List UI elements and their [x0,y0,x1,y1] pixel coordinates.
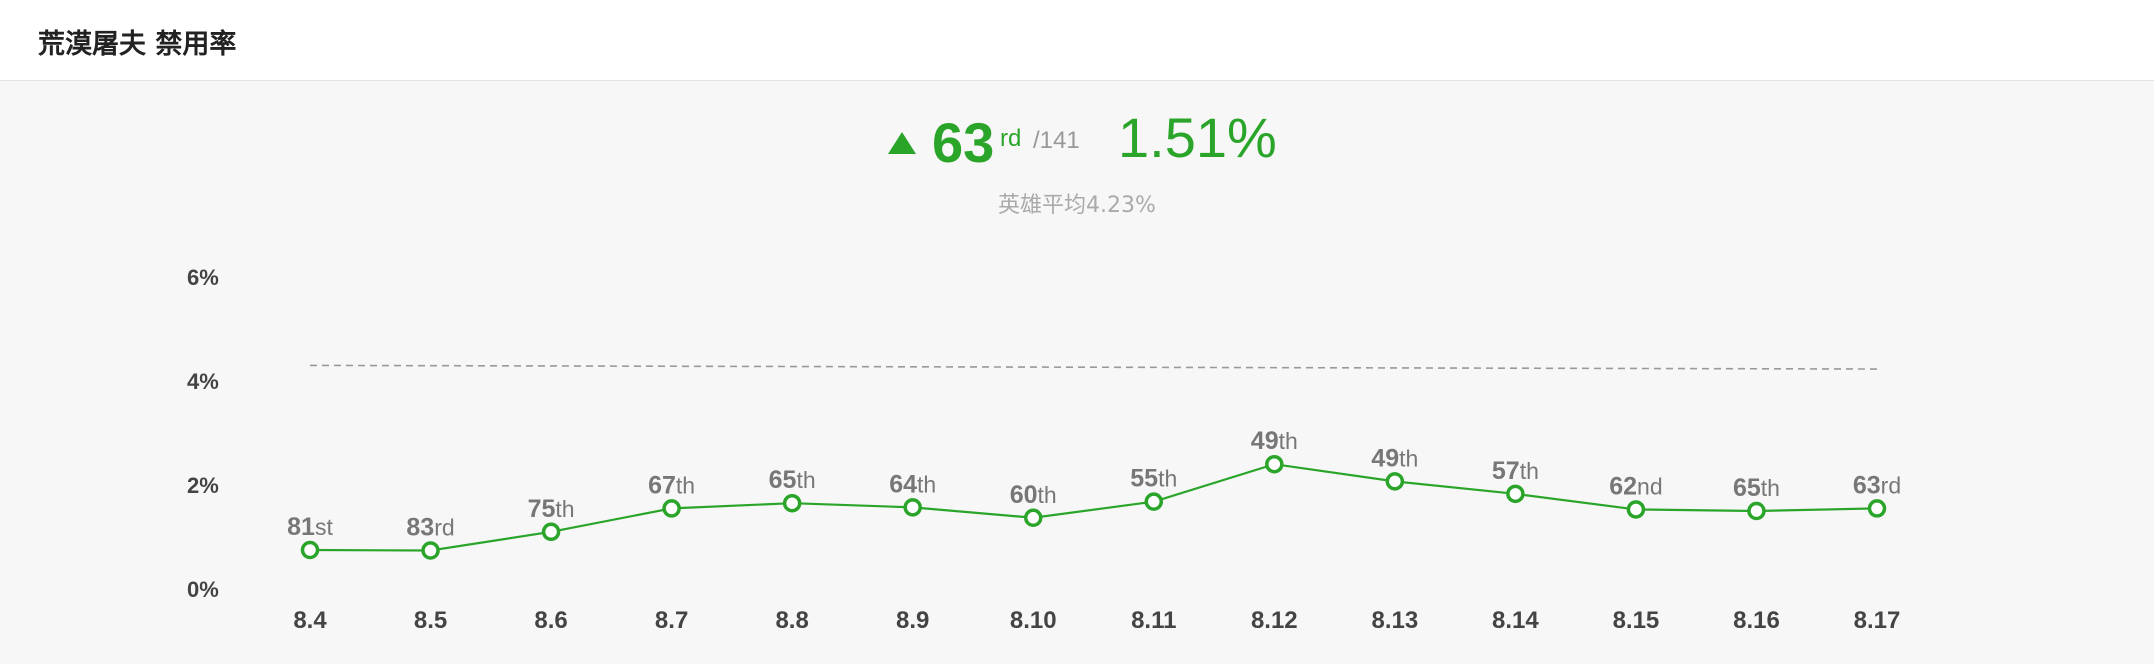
rank-label-suffix: th [676,472,695,498]
x-tick-label: 8.10 [1010,607,1057,634]
x-tick-label: 8.14 [1492,607,1539,634]
x-tick-label: 8.7 [655,607,688,634]
rank-label-number: 55 [1130,465,1158,493]
rank-label-number: 49 [1251,427,1279,455]
x-tick-label: 8.4 [293,607,327,634]
rank-label-suffix: th [796,467,815,493]
x-tick-label: 8.16 [1733,607,1780,634]
data-point [1265,454,1284,474]
x-tick-label: 8.6 [534,607,567,634]
rank-label-number: 65 [769,466,797,494]
data-point [1867,499,1887,518]
y-tick-label: 4% [187,369,219,394]
rank-label-number: 49 [1371,444,1399,472]
rank-label-suffix: th [1761,475,1780,501]
data-point [1385,472,1405,491]
rank-label-suffix: rd [1881,472,1901,498]
rank-label-number: 67 [648,471,676,499]
rank-label-suffix: th [1279,428,1298,454]
x-tick-label: 8.5 [414,607,447,634]
rank-label: 55th [1130,465,1177,493]
rank-label-number: 57 [1492,457,1520,485]
data-point [903,498,922,517]
rank-label-number: 81 [287,513,315,541]
rank-label-suffix: th [917,471,936,497]
rank-label-suffix: rd [434,515,454,541]
rank-label-suffix: th [1399,445,1418,471]
rank-label-number: 65 [1733,474,1761,502]
data-point [421,541,440,560]
rank-label-suffix: th [1038,482,1057,508]
rank-label-number: 64 [889,470,917,498]
rank-label-number: 62 [1609,472,1637,500]
rank-label-suffix: th [1158,466,1177,492]
rank-label: 65th [769,466,816,494]
average-line [309,364,1878,370]
data-point [300,540,320,560]
rank-label: 67th [648,471,695,499]
rank-label-number: 75 [528,495,556,523]
rank-label: 75th [528,495,575,523]
x-tick-label: 8.17 [1854,607,1901,634]
x-tick-label: 8.9 [896,607,929,634]
data-point [541,522,561,542]
rank-label-suffix: st [315,514,334,540]
rank-label: 65th [1733,474,1780,502]
x-tick-label: 8.15 [1613,607,1660,634]
rank-label-number: 60 [1010,481,1038,509]
rank-label: 60th [1010,481,1057,509]
y-tick-label: 0% [187,577,219,602]
rank-label-number: 83 [406,514,434,542]
rank-label: 62nd [1609,472,1662,500]
rank-label: 64th [889,470,936,498]
rank-label-suffix: nd [1637,473,1663,499]
x-tick-label: 8.12 [1251,607,1298,634]
rank-label: 83rd [406,514,454,542]
x-tick-label: 8.8 [775,607,808,634]
data-point [1626,500,1646,519]
data-point [782,493,802,513]
rank-label: 49th [1251,427,1298,455]
rank-label: 63rd [1853,471,1901,499]
rank-label: 57th [1492,457,1539,485]
rank-label: 49th [1371,444,1418,472]
data-point [1023,508,1043,528]
rank-label: 81st [287,513,333,541]
ban-rate-chart: 0% 2% 4% 6% 8.4 8.5 8.6 8.7 8.8 8.9 8.10 8.11 8.12 8.… [187,265,1901,634]
rank-label-number: 63 [1853,471,1881,499]
y-tick-label: 6% [187,265,219,290]
data-point [1506,484,1525,504]
data-point [1144,492,1164,511]
data-point [1747,501,1766,521]
y-tick-label: 2% [187,473,219,498]
data-point [662,499,681,518]
rank-label-suffix: th [1520,458,1539,484]
x-tick-label: 8.11 [1131,607,1176,634]
x-tick-label: 8.13 [1371,607,1418,634]
rank-label-suffix: th [555,496,574,522]
